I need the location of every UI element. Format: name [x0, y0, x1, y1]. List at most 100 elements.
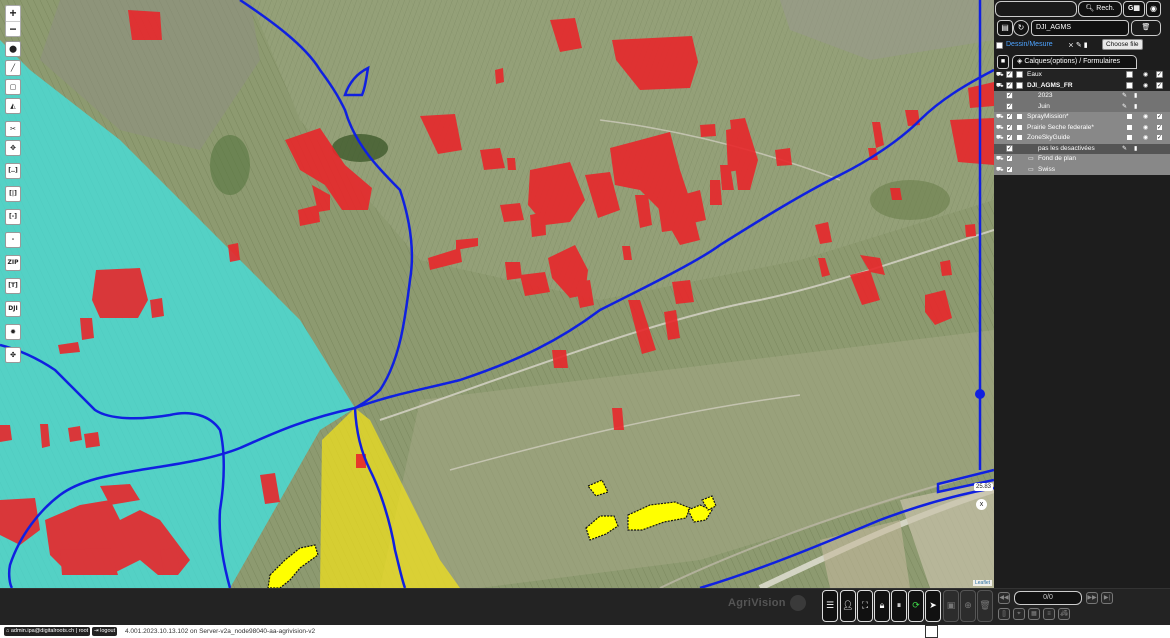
layer-edit-checkbox[interactable]	[1156, 81, 1163, 89]
layer-edit-checkbox[interactable]	[1156, 71, 1163, 78]
layer-edit-checkbox[interactable]	[1156, 134, 1163, 141]
layer-row[interactable]: ⛟ DJI_AGMS_FR ◉	[994, 80, 1170, 91]
edit-icon[interactable]: ✎	[1122, 144, 1127, 154]
polygon-tool[interactable]: ◭	[5, 98, 21, 114]
save-button[interactable]: ▣	[943, 590, 959, 622]
radio-icon[interactable]: ◉	[1143, 133, 1148, 143]
delete-button[interactable]: 🗑︎	[977, 590, 993, 622]
layer-active-checkbox[interactable]	[1016, 123, 1023, 131]
project-select[interactable]: DJI_AGMS	[1031, 20, 1129, 36]
layer-visible-checkbox[interactable]	[1006, 92, 1013, 99]
trash-icon[interactable]: ▮	[1134, 91, 1137, 101]
visibility-button[interactable]: ◉	[1146, 1, 1161, 17]
layer-visible-checkbox[interactable]	[1006, 113, 1013, 120]
layer-visible-checkbox[interactable]	[1006, 81, 1013, 89]
sync-button[interactable]: ⟳	[908, 590, 924, 622]
layer-option-checkbox[interactable]	[1126, 71, 1133, 78]
layer-active-checkbox[interactable]	[1016, 134, 1023, 141]
bracket-tool[interactable]: [‥]	[5, 163, 21, 179]
edit-icon[interactable]: ✎	[1122, 102, 1127, 112]
layer-visible-checkbox[interactable]	[1006, 165, 1013, 173]
search-input[interactable]	[995, 1, 1077, 17]
zip-tool[interactable]: ZIP	[5, 255, 21, 271]
refresh-button[interactable]: ↻	[1013, 20, 1029, 36]
sun-tool[interactable]: ✹	[5, 324, 21, 340]
choose-file-button[interactable]: Choose file	[1102, 39, 1143, 50]
google-map-button[interactable]: G▦	[1123, 1, 1145, 17]
layer-row[interactable]: ⛟ Fond de plan ▭	[994, 154, 1170, 165]
radio-icon[interactable]: ◉	[1143, 81, 1148, 91]
layer-row[interactable]: Juin ✎ ▮	[994, 101, 1170, 112]
layer-visible-checkbox[interactable]	[1006, 123, 1013, 131]
layer-visible-checkbox[interactable]	[1006, 71, 1013, 78]
tool-a-button[interactable]: []	[998, 608, 1010, 620]
radio-icon[interactable]: ◉	[1143, 123, 1148, 133]
collapse-layers-button[interactable]: ■	[997, 55, 1009, 69]
trash-icon[interactable]: ▮	[1134, 144, 1137, 154]
layer-row[interactable]: pas les desactivées ✎ ▮	[994, 143, 1170, 154]
settings-button[interactable]: ☰	[822, 590, 838, 622]
layer-row[interactable]: 2023 ✎ ▮	[994, 91, 1170, 102]
cut-tool[interactable]: ✂	[5, 121, 21, 137]
layer-active-checkbox[interactable]	[1016, 81, 1023, 89]
layer-visible-checkbox[interactable]	[1006, 155, 1013, 162]
layer-active-checkbox[interactable]	[1016, 71, 1023, 78]
tool-d-button[interactable]: ≡	[1043, 608, 1055, 620]
trash-icon[interactable]: ▮	[1134, 102, 1137, 112]
end-button[interactable]: ▶|	[1101, 592, 1113, 604]
line-tool[interactable]: ╱	[5, 60, 21, 76]
edit-icon[interactable]: ✎	[1076, 42, 1084, 49]
layer-option-checkbox[interactable]	[1126, 123, 1133, 131]
layer-edit-checkbox[interactable]	[1156, 113, 1163, 120]
rectangle-tool[interactable]: ▢	[5, 79, 21, 95]
tool-b-button[interactable]: ⌖	[1013, 608, 1025, 620]
drawing-measure-link[interactable]: Dessin/Mesure	[1006, 41, 1053, 48]
t-bracket-tool[interactable]: [T]	[5, 278, 21, 294]
file-icon[interactable]: ▮	[1084, 42, 1090, 49]
zoom-out-button[interactable]: −	[6, 21, 20, 36]
layer-option-checkbox[interactable]	[1126, 134, 1133, 141]
layer-active-checkbox[interactable]	[1016, 113, 1023, 120]
zoom-in-button[interactable]: +	[6, 6, 20, 21]
search-button[interactable]: 🔍︎ Rech.	[1078, 1, 1122, 17]
pause-button[interactable]: ⏸	[891, 590, 907, 622]
users-button[interactable]: 👤︎	[840, 590, 856, 622]
marker-tool[interactable]: ⬤	[5, 41, 21, 57]
status-checkbox[interactable]	[925, 625, 938, 638]
minus-bracket-tool[interactable]: [-]	[5, 209, 21, 225]
map-view[interactable]: + − ⬤ ╱ ▢ ◭ ✂ ✥ [‥] [|] [-] - ZIP [T] DJ…	[0, 0, 994, 588]
dji-tool[interactable]: DJI	[5, 301, 21, 317]
table-button[interactable]: ▤	[997, 20, 1013, 36]
layer-option-checkbox[interactable]	[1126, 113, 1133, 120]
tab-calques[interactable]: ◈ Calques(options) / Formulaires	[1012, 55, 1137, 69]
tool-c-button[interactable]: ▦	[1028, 608, 1040, 620]
dash-tool[interactable]: -	[5, 232, 21, 248]
close-label-button[interactable]: x	[976, 499, 987, 510]
layer-row[interactable]: ⛟ SprayMission* ◉	[994, 112, 1170, 123]
layer-row[interactable]: ⛟ Eaux ◉	[994, 70, 1170, 81]
user-pill[interactable]: ⌂ admin.ipa@digitalroots.ch | root	[4, 627, 91, 636]
layer-edit-checkbox[interactable]	[1156, 123, 1163, 131]
next-button[interactable]: ▶▶	[1086, 592, 1098, 604]
layer-row[interactable]: ⛟ Prairie Seche federale* ◉	[994, 122, 1170, 133]
fullscreen-button[interactable]: ⛶	[857, 590, 873, 622]
layer-visible-checkbox[interactable]	[1006, 102, 1013, 110]
map-canvas[interactable]	[0, 0, 994, 588]
layer-row[interactable]: ⛟ Swiss ▭	[994, 164, 1170, 175]
layer-visible-checkbox[interactable]	[1006, 134, 1013, 141]
drone-tool[interactable]: ✤	[5, 347, 21, 363]
tool-e-button[interactable]: 🚜︎	[1058, 608, 1070, 620]
move-tool[interactable]: ✥	[5, 140, 21, 156]
split-icon[interactable]: ⨯	[1068, 42, 1076, 49]
delete-project-button[interactable]: 🗑︎	[1131, 20, 1161, 36]
add-button[interactable]: ⊕	[960, 590, 976, 622]
radio-icon[interactable]: ◉	[1143, 70, 1148, 80]
leaflet-attribution[interactable]: Leaflet	[973, 580, 993, 586]
navigate-button[interactable]: ➤	[925, 590, 941, 622]
layer-visible-checkbox[interactable]	[1006, 144, 1013, 152]
lock-button[interactable]: 🔒︎	[874, 590, 890, 622]
logout-button[interactable]: ⇥ logout	[92, 627, 118, 636]
layer-row[interactable]: ⛟ ZoneSkyGuide ◉	[994, 133, 1170, 144]
layer-option-checkbox[interactable]	[1126, 81, 1133, 89]
edit-icon[interactable]: ✎	[1122, 91, 1127, 101]
